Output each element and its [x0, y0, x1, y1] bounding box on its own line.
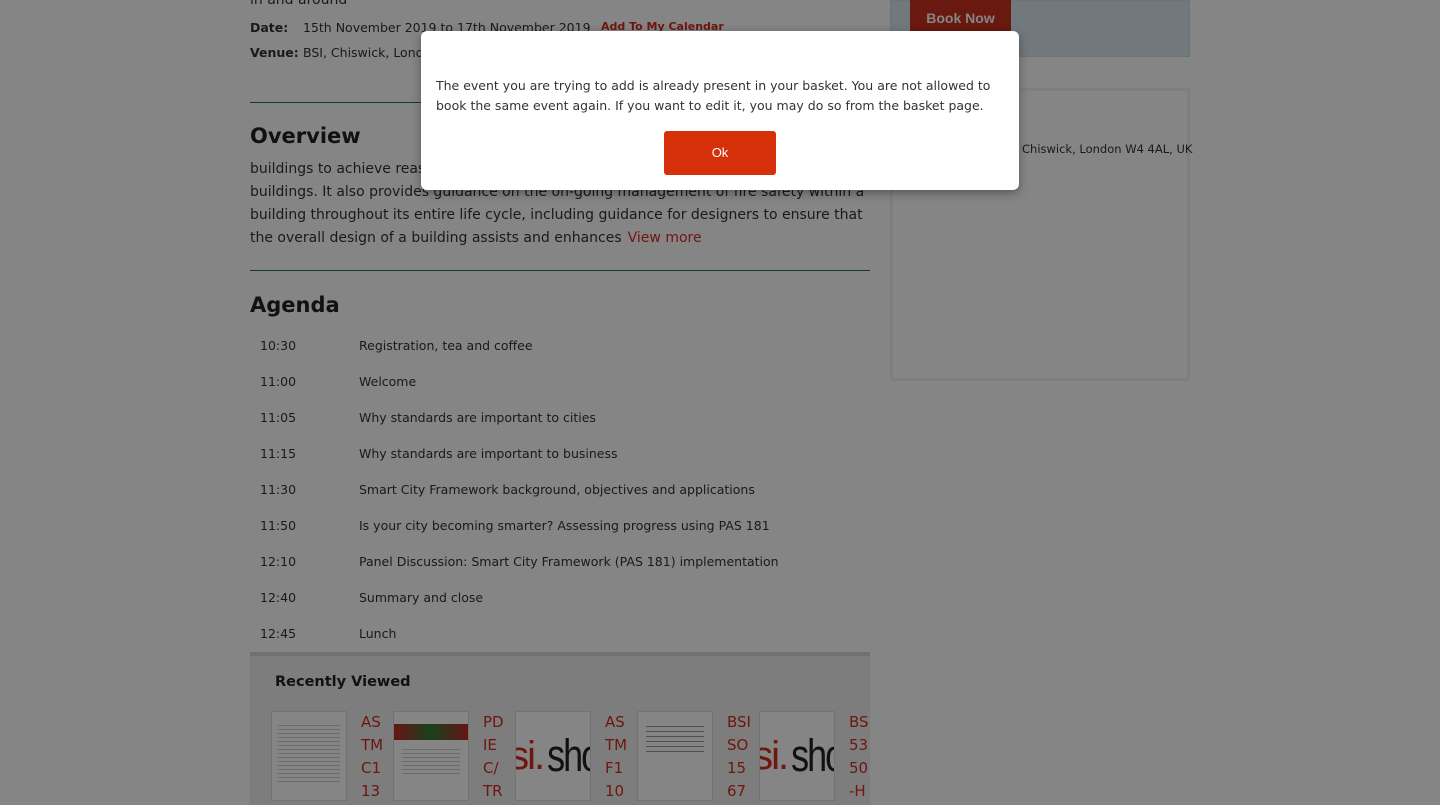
event-page: in and around Date: 15th November 2019 t…: [0, 0, 1440, 805]
ok-button[interactable]: Ok: [664, 131, 776, 175]
alert-message: The event you are trying to add is alrea…: [436, 78, 991, 113]
alert-dialog: The event you are trying to add is alrea…: [421, 31, 1019, 190]
